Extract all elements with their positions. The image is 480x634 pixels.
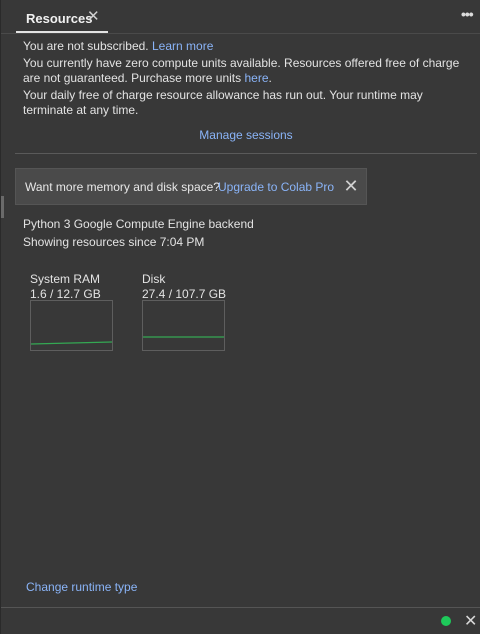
ram-graph	[30, 300, 113, 351]
manage-sessions-row: Manage sessions	[1, 128, 480, 142]
units-text-end: .	[268, 71, 272, 85]
ram-usage-line	[31, 341, 112, 345]
subscription-text: You are not subscribed.	[23, 39, 149, 53]
units-text: You currently have zero compute units av…	[23, 56, 460, 85]
tab-label: Resources	[26, 11, 93, 26]
ram-value: 1.6 / 12.7 GB	[30, 287, 101, 301]
close-icon[interactable]: ✕	[342, 175, 360, 197]
disk-value: 27.4 / 107.7 GB	[142, 287, 227, 301]
resources-panel: Resources ✕ ••• You are not subscribed. …	[0, 0, 480, 634]
upgrade-link[interactable]: Upgrade to Colab Pro	[218, 180, 334, 194]
disk-graph	[142, 300, 225, 351]
units-notice: You currently have zero compute units av…	[23, 56, 473, 86]
connected-status-icon	[441, 616, 451, 626]
subscription-notice: You are not subscribed. Learn more	[23, 39, 473, 54]
resources-since: Showing resources since 7:04 PM	[23, 235, 205, 249]
close-icon[interactable]: ✕	[464, 611, 477, 631]
close-icon[interactable]: ✕	[87, 8, 101, 26]
upgrade-banner-text: Want more memory and disk space?	[25, 180, 220, 194]
tab-resources[interactable]: Resources ✕	[16, 2, 108, 33]
change-runtime-type-link[interactable]: Change runtime type	[26, 580, 137, 594]
manage-sessions-link[interactable]: Manage sessions	[199, 128, 292, 142]
tab-bar: Resources ✕ •••	[1, 0, 480, 34]
backend-name: Python 3 Google Compute Engine backend	[23, 217, 254, 231]
allowance-notice: Your daily free of charge resource allow…	[23, 88, 423, 117]
disk-label: Disk	[142, 272, 166, 286]
status-bar: ✕	[1, 607, 480, 634]
purchase-units-link[interactable]: here	[244, 71, 268, 85]
upgrade-banner: Want more memory and disk space? Upgrade…	[15, 168, 367, 205]
ram-label: System RAM	[30, 272, 101, 286]
more-options-icon[interactable]: •••	[461, 7, 477, 23]
learn-more-link[interactable]: Learn more	[152, 39, 213, 53]
divider	[15, 153, 477, 154]
resize-handle[interactable]	[1, 196, 4, 218]
